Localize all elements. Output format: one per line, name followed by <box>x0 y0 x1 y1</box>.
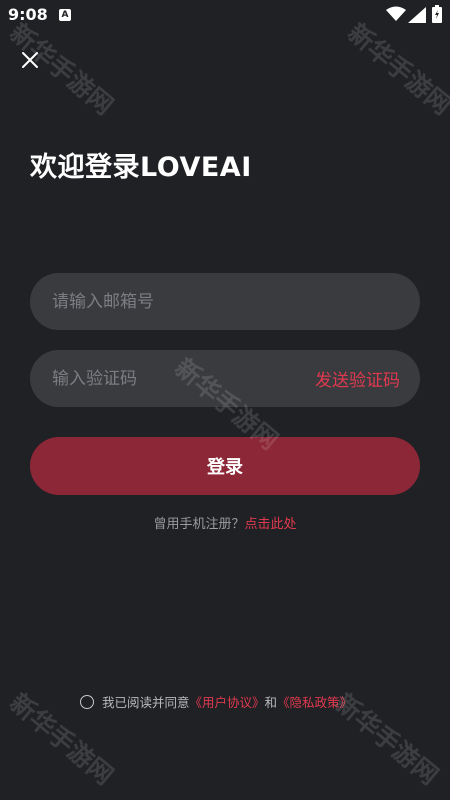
verification-code-field[interactable] <box>50 367 307 390</box>
email-field-container <box>30 273 420 330</box>
register-row: 曾用手机注册？点击此处 <box>0 513 450 532</box>
register-link[interactable]: 点击此处 <box>245 517 297 532</box>
agreement-checkbox[interactable] <box>80 694 94 709</box>
privacy-policy-link[interactable]: 《隐私政策》 <box>277 692 352 711</box>
agreement-prefix: 我已阅读并同意 <box>102 695 190 710</box>
email-field[interactable] <box>50 290 400 313</box>
login-button[interactable]: 登录 <box>30 437 420 495</box>
battery-charging-icon <box>432 5 442 23</box>
code-field-container: 发送验证码 <box>30 350 420 407</box>
a-icon: A <box>59 9 71 21</box>
wifi-icon <box>386 6 406 21</box>
page-title: 欢迎登录LOVEAI <box>30 152 252 183</box>
agreement-row: 我已阅读并同意 《用户协议》 和 《隐私政策》 <box>80 692 352 711</box>
signal-icon <box>408 7 426 23</box>
status-bar: 9:08 A <box>0 0 450 30</box>
agreement-conjunction: 和 <box>264 695 278 710</box>
watermark: 新华手游网 <box>342 17 450 121</box>
close-button[interactable] <box>16 46 44 74</box>
register-prompt: 曾用手机注册？ <box>153 517 245 532</box>
status-time: 9:08 <box>8 5 48 24</box>
close-icon <box>22 52 38 68</box>
user-agreement-link[interactable]: 《用户协议》 <box>190 692 265 711</box>
send-code-button[interactable]: 发送验证码 <box>315 366 400 391</box>
